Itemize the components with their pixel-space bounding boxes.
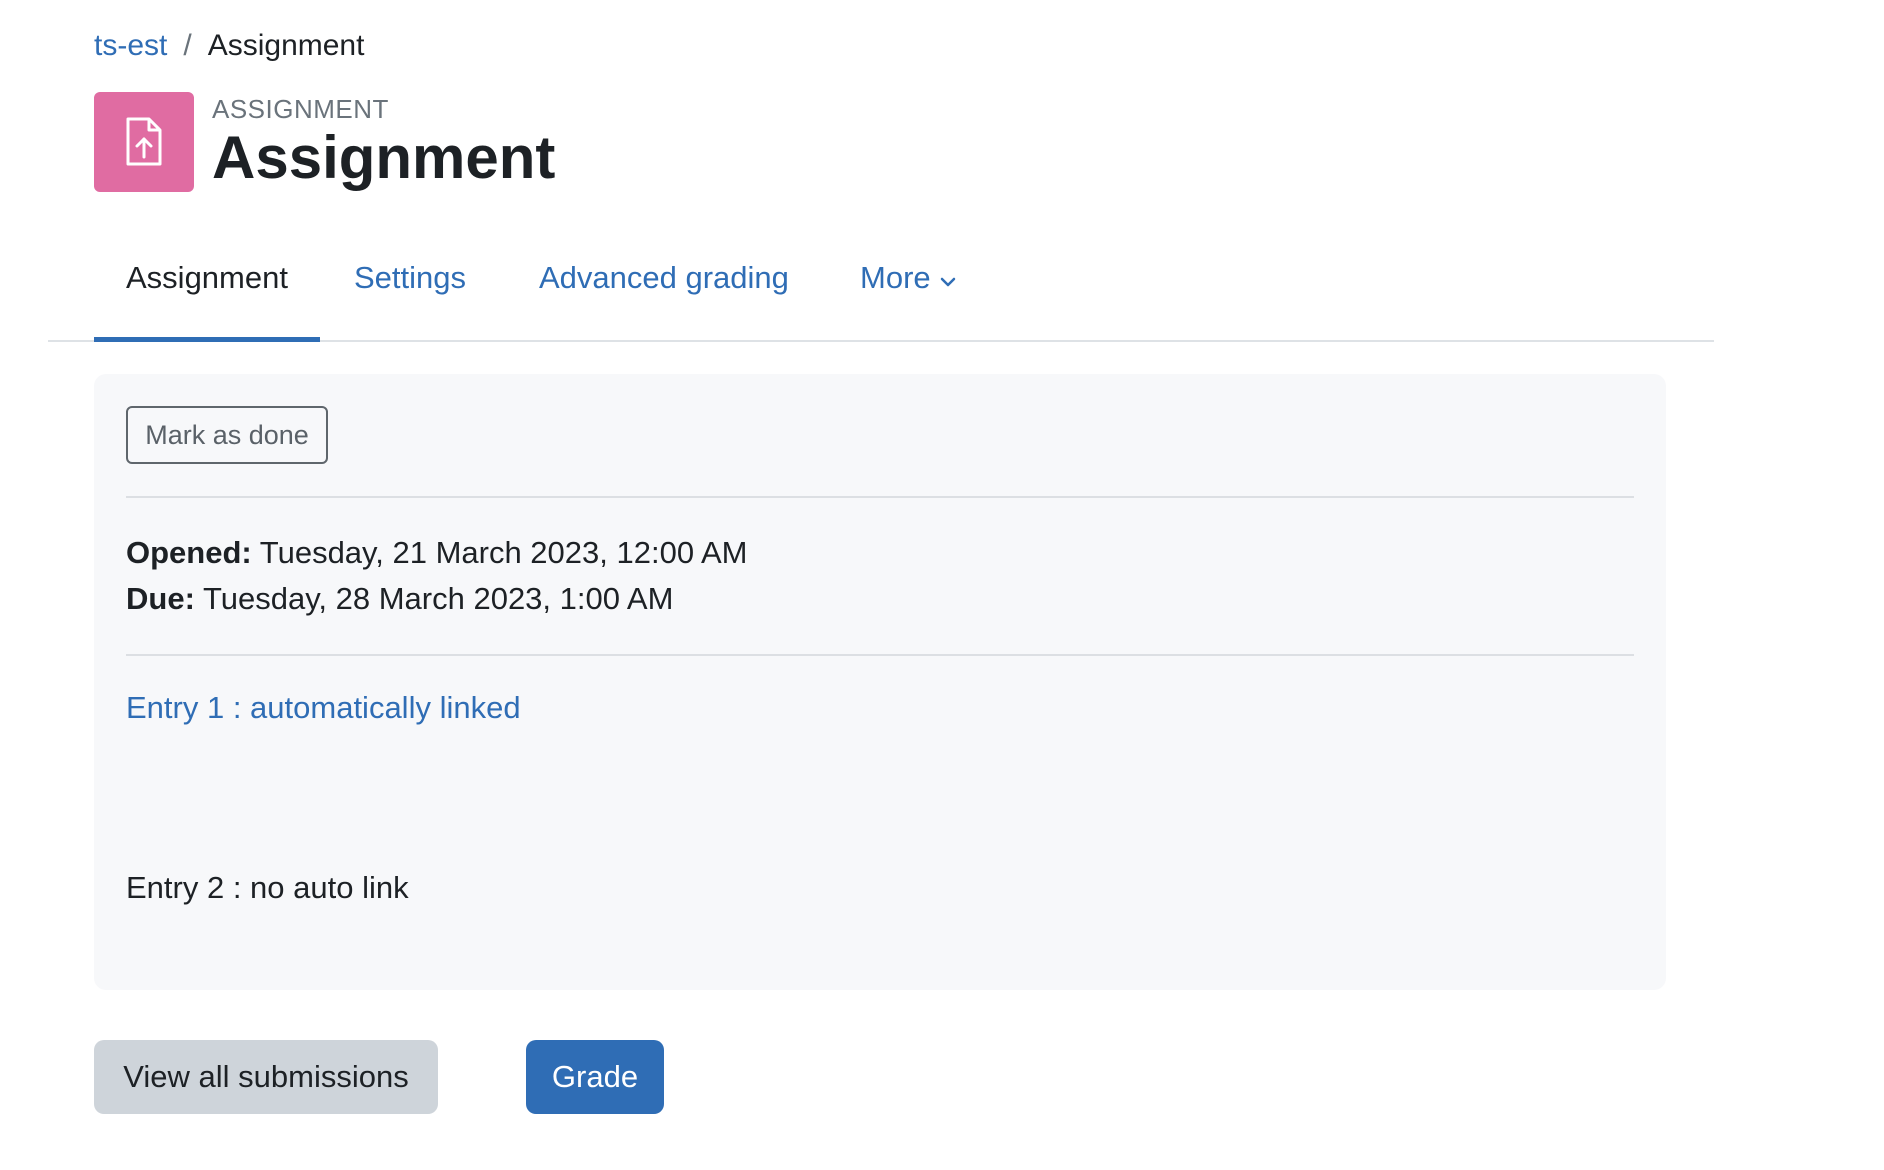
header-text: ASSIGNMENT Assignment bbox=[212, 92, 555, 192]
file-upload-icon bbox=[126, 117, 162, 166]
mark-as-done-button[interactable]: Mark as done bbox=[126, 406, 328, 464]
activity-dates: Opened: Tuesday, 21 March 2023, 12:00 AM… bbox=[126, 530, 747, 622]
card-divider-top bbox=[126, 496, 1634, 498]
chevron-down-icon bbox=[939, 236, 957, 320]
tab-settings-label: Settings bbox=[354, 260, 467, 295]
breadcrumb: ts-est / Assignment bbox=[94, 26, 364, 66]
breadcrumb-separator: / bbox=[183, 29, 192, 62]
due-value: Tuesday, 28 March 2023, 1:00 AM bbox=[202, 581, 674, 616]
opened-label: Opened: bbox=[126, 535, 252, 570]
secondary-navigation: Assignment Settings Advanced grading Mor… bbox=[48, 236, 1714, 342]
page: ts-est / Assignment ASSIGNMENT Assignmen… bbox=[0, 0, 1884, 1170]
view-all-submissions-button[interactable]: View all submissions bbox=[94, 1040, 438, 1114]
tab-assignment-label: Assignment bbox=[126, 260, 288, 295]
entry-2-text: Entry 2 : no auto link bbox=[126, 870, 409, 905]
breadcrumb-current: Assignment bbox=[207, 29, 365, 62]
page-title: Assignment bbox=[212, 124, 556, 191]
tab-assignment[interactable]: Assignment bbox=[94, 236, 320, 342]
tab-advanced-grading-label: Advanced grading bbox=[539, 260, 789, 295]
tab-more[interactable]: More bbox=[860, 236, 957, 340]
due-date-row: Due: Tuesday, 28 March 2023, 1:00 AM bbox=[126, 576, 747, 622]
activity-type-label: ASSIGNMENT bbox=[212, 94, 389, 124]
due-label: Due: bbox=[126, 581, 195, 616]
tab-more-label: More bbox=[860, 260, 931, 295]
activity-information-card: Mark as done Opened: Tuesday, 21 March 2… bbox=[94, 374, 1666, 990]
tab-settings[interactable]: Settings bbox=[354, 236, 466, 340]
opened-value: Tuesday, 21 March 2023, 12:00 AM bbox=[259, 535, 748, 570]
page-header: ASSIGNMENT Assignment bbox=[94, 92, 555, 192]
card-divider-bottom bbox=[126, 654, 1634, 656]
breadcrumb-course-link[interactable]: ts-est bbox=[94, 26, 167, 66]
grade-button[interactable]: Grade bbox=[526, 1040, 664, 1114]
assignment-activity-icon bbox=[94, 92, 194, 192]
entry-1-link[interactable]: Entry 1 : automatically linked bbox=[126, 688, 521, 728]
opened-date-row: Opened: Tuesday, 21 March 2023, 12:00 AM bbox=[126, 530, 747, 576]
tab-advanced-grading[interactable]: Advanced grading bbox=[539, 236, 789, 340]
